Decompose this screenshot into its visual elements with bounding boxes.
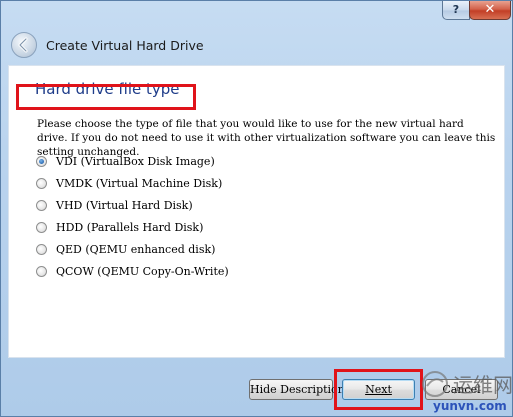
hide-description-button[interactable]: Hide Description (249, 379, 345, 400)
window-title: Create Virtual Hard Drive (46, 38, 204, 53)
title-bar[interactable]: ? ✕ (1, 1, 512, 25)
option-label: HDD (Parallels Hard Disk) (56, 220, 204, 234)
option-hdd[interactable]: HDD (Parallels Hard Disk) (36, 217, 203, 237)
create-virtual-hard-drive-dialog: ? ✕ Create Virtual Hard Drive Hard drive… (0, 0, 513, 417)
option-vdi[interactable]: VDI (VirtualBox Disk Image) (36, 151, 215, 171)
option-vhd[interactable]: VHD (Virtual Hard Disk) (36, 195, 193, 215)
option-label: VHD (Virtual Hard Disk) (56, 198, 193, 212)
watermark: 运维网 yunvn.com (419, 363, 513, 417)
back-button[interactable] (11, 32, 37, 58)
help-button[interactable]: ? (442, 1, 470, 20)
radio-vmdk[interactable] (36, 177, 47, 189)
radio-qed[interactable] (36, 243, 47, 255)
close-icon: ✕ (484, 2, 496, 17)
radio-qcow[interactable] (36, 265, 47, 277)
option-label: VDI (VirtualBox Disk Image) (56, 154, 215, 168)
watermark-text: 运维网 (453, 373, 513, 397)
radio-hdd[interactable] (36, 221, 47, 233)
close-button[interactable]: ✕ (469, 1, 511, 20)
option-label: VMDK (Virtual Machine Disk) (56, 176, 223, 190)
option-label: QED (QEMU enhanced disk) (56, 242, 216, 256)
help-icon: ? (452, 3, 460, 16)
watermark-logo-icon (422, 371, 448, 397)
radio-vdi[interactable] (36, 155, 47, 167)
wizard-header: Create Virtual Hard Drive (7, 29, 506, 63)
watermark-url: yunvn.com (433, 399, 507, 413)
vdi-highlight-box (16, 84, 196, 110)
next-highlight-box (334, 369, 423, 410)
option-qed[interactable]: QED (QEMU enhanced disk) (36, 239, 215, 259)
back-arrow-icon (18, 37, 28, 53)
option-qcow[interactable]: QCOW (QEMU Copy-On-Write) (36, 261, 229, 281)
radio-vhd[interactable] (36, 199, 47, 211)
option-label: QCOW (QEMU Copy-On-Write) (56, 264, 229, 278)
option-vmdk[interactable]: VMDK (Virtual Machine Disk) (36, 173, 222, 193)
